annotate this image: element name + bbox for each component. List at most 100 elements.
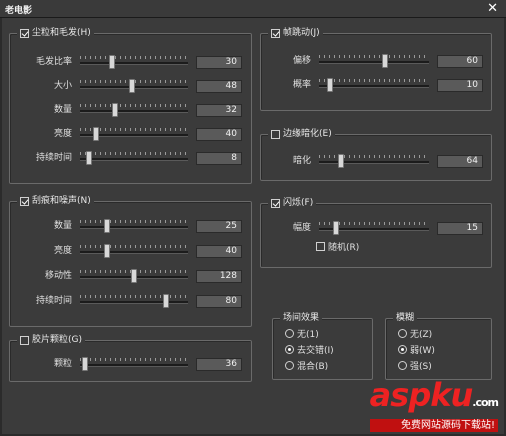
flicker-checkbox[interactable]: [271, 198, 280, 208]
slider-thumb[interactable]: [327, 78, 333, 92]
value-field[interactable]: 10: [437, 79, 483, 92]
radio-option[interactable]: 无(1): [285, 327, 319, 340]
group-dust: 尘粒和毛发(H) 毛发比率 30 大小 48 数量 32 亮度 40 持续时间 8: [9, 27, 252, 184]
radio-option[interactable]: 去交错(I): [285, 343, 334, 356]
slider-row: 数量 32: [10, 103, 251, 117]
group-scratch: 刮痕和噪声(N) 数量 25 亮度 40 移动性 128 持续时间 80: [9, 195, 252, 327]
slider-track[interactable]: [80, 103, 188, 117]
slider-thumb[interactable]: [163, 294, 170, 308]
group-vignette: 边缘暗化(E) 暗化 64: [260, 128, 492, 181]
radio-button[interactable]: [398, 345, 407, 354]
slider-label: 数量: [53, 221, 72, 231]
slider-track[interactable]: [80, 79, 188, 93]
slider-line: [319, 85, 429, 88]
value-field[interactable]: 60: [437, 55, 483, 68]
slider-track[interactable]: [319, 221, 429, 235]
slider-row: 亮度 40: [10, 244, 251, 258]
blur-title: 模糊: [396, 313, 415, 323]
value-field[interactable]: 40: [196, 245, 242, 258]
value-field[interactable]: 40: [196, 128, 242, 141]
slider-row: 亮度 40: [10, 127, 251, 141]
vignette-checkbox[interactable]: [271, 129, 280, 139]
random-checkbox-row[interactable]: 随机(R): [316, 240, 359, 253]
value-field[interactable]: 32: [196, 104, 242, 117]
slider-row: 毛发比率 30: [10, 55, 251, 69]
radio-label: 去交错(I): [297, 346, 334, 356]
radio-option[interactable]: 弱(W): [398, 343, 435, 356]
slider-thumb[interactable]: [131, 269, 137, 283]
slider-label: 偏移: [292, 56, 311, 66]
radio-button[interactable]: [285, 361, 294, 370]
slider-thumb[interactable]: [338, 154, 344, 168]
slider-track[interactable]: [319, 78, 429, 92]
value-field[interactable]: 64: [437, 155, 483, 168]
radio-button[interactable]: [285, 329, 294, 338]
close-icon[interactable]: ✕: [487, 0, 498, 17]
value-field[interactable]: 25: [196, 220, 242, 233]
slider-thumb[interactable]: [85, 151, 92, 165]
slider-line: [80, 62, 188, 65]
slider-ticks: [319, 79, 429, 82]
slider-line: [80, 110, 188, 113]
slider-row: 持续时间 80: [10, 294, 251, 308]
slider-label: 持续时间: [35, 296, 72, 306]
group-blur: 模糊 无(Z) 弱(W) 强(S): [385, 312, 492, 380]
dust-checkbox[interactable]: [20, 28, 29, 38]
slider-thumb[interactable]: [111, 103, 118, 117]
slider-thumb[interactable]: [332, 221, 339, 235]
group-grain: 胶片颗粒(G) 颗粒 36: [9, 334, 252, 382]
radio-option[interactable]: 混合(B): [285, 359, 328, 372]
slider-label: 大小: [53, 81, 72, 91]
random-checkbox[interactable]: [316, 242, 325, 251]
slider-ticks: [319, 55, 429, 58]
watermark-logo-a: asp: [369, 376, 432, 414]
radio-option[interactable]: 强(S): [398, 359, 432, 372]
value-field[interactable]: 15: [437, 222, 483, 235]
slider-ticks: [80, 358, 188, 361]
slider-thumb[interactable]: [382, 54, 388, 68]
slider-thumb[interactable]: [82, 357, 89, 371]
radio-button[interactable]: [285, 345, 294, 354]
watermark-sub: 免费网站源码下载站!: [369, 419, 498, 432]
slider-track[interactable]: [80, 294, 188, 308]
slider-ticks: [80, 56, 188, 59]
radio-button[interactable]: [398, 329, 407, 338]
radio-button[interactable]: [398, 361, 407, 370]
slider-line: [80, 251, 188, 254]
jitter-checkbox[interactable]: [271, 28, 280, 38]
value-field[interactable]: 128: [196, 270, 242, 283]
slider-thumb[interactable]: [109, 55, 116, 69]
dialog-body: 尘粒和毛发(H) 毛发比率 30 大小 48 数量 32 亮度 40 持续时间 8 帧跳动(J) …: [2, 18, 504, 434]
slider-track[interactable]: [80, 269, 188, 283]
slider-row: 偏移 60: [261, 54, 491, 68]
slider-label: 暗化: [292, 156, 311, 166]
slider-thumb[interactable]: [128, 79, 135, 93]
slider-track[interactable]: [80, 219, 188, 233]
value-field[interactable]: 36: [196, 358, 242, 371]
slider-label: 概率: [292, 80, 311, 90]
slider-track[interactable]: [319, 54, 429, 68]
radio-option[interactable]: 无(Z): [398, 327, 432, 340]
slider-track[interactable]: [80, 127, 188, 141]
value-field[interactable]: 48: [196, 80, 242, 93]
slider-track[interactable]: [80, 357, 188, 371]
watermark: aspku.com 免费网站源码下载站!: [369, 376, 499, 432]
value-field[interactable]: 30: [196, 56, 242, 69]
grain-checkbox[interactable]: [20, 335, 29, 345]
slider-thumb[interactable]: [104, 244, 110, 258]
jitter-title: 帧跳动(J): [283, 28, 320, 38]
scratch-checkbox[interactable]: [20, 196, 29, 206]
slider-line: [80, 226, 188, 229]
value-field[interactable]: 8: [196, 152, 242, 165]
slider-track[interactable]: [80, 151, 188, 165]
slider-label: 幅度: [292, 223, 311, 233]
slider-track[interactable]: [80, 244, 188, 258]
slider-track[interactable]: [80, 55, 188, 69]
slider-thumb[interactable]: [104, 219, 110, 233]
slider-ticks: [80, 245, 188, 248]
watermark-domain: .com: [472, 396, 499, 409]
slider-thumb[interactable]: [93, 127, 100, 141]
watermark-logo-b: ku: [430, 376, 473, 414]
value-field[interactable]: 80: [196, 295, 242, 308]
slider-track[interactable]: [319, 154, 429, 168]
